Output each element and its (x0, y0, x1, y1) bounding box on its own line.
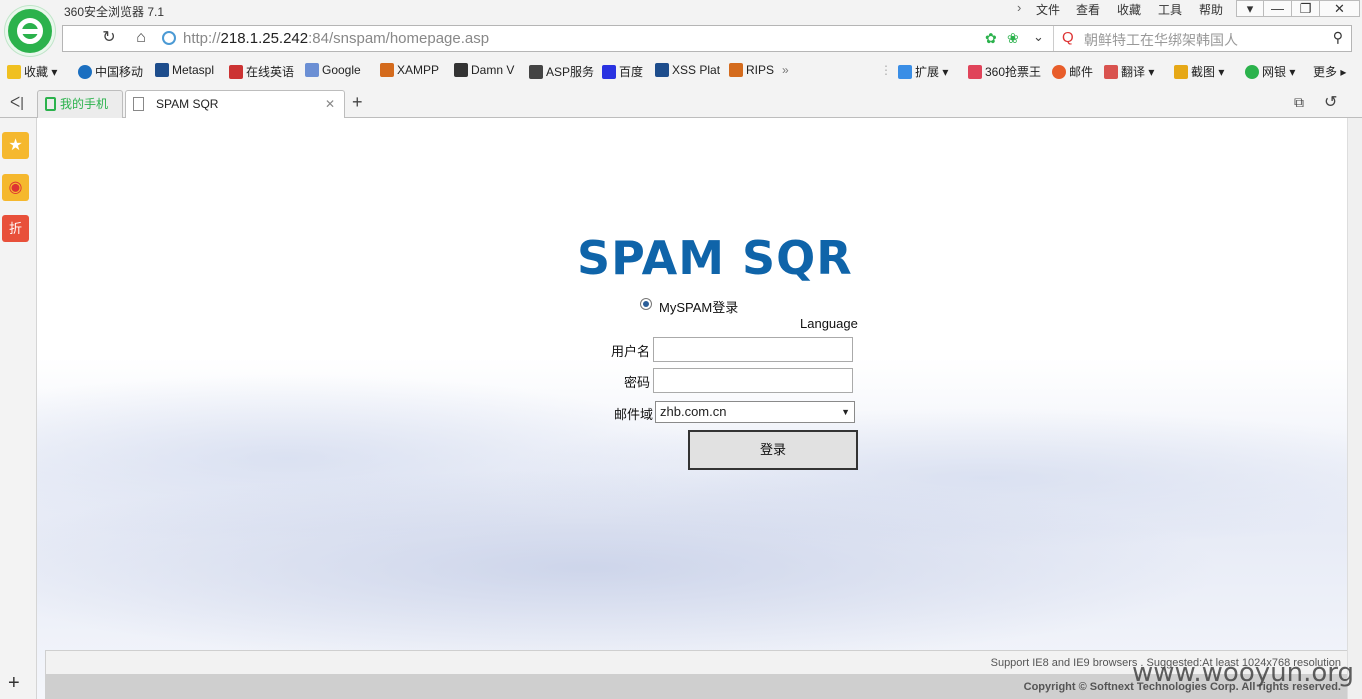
bookmark-metasploit[interactable]: Metaspl (155, 63, 214, 77)
address-bar[interactable]: ↻ ⌂ http://218.1.25.242:84/snspam/homepa… (62, 25, 1352, 52)
username-label: 用户名 (611, 344, 651, 359)
sidebar-add-button[interactable]: + (8, 672, 20, 695)
app-title: 360安全浏览器 7.1 (64, 5, 165, 19)
toolbar-more[interactable]: 更多 ▸ (1313, 63, 1346, 80)
new-tab-button[interactable]: + (352, 92, 363, 113)
close-tab-icon[interactable]: ✕ (325, 91, 335, 117)
metasploit-icon (155, 63, 169, 77)
menu-view[interactable]: 查看 (1076, 1, 1100, 18)
search-box[interactable]: Q 朝鲜特工在华绑架韩国人 ⚲ (1053, 26, 1351, 51)
url-scheme: http:// (183, 30, 221, 47)
chevron-right-icon[interactable]: › (1017, 0, 1021, 15)
domain-label: 邮件域 (614, 407, 654, 422)
bookmark-china-mobile[interactable]: 中国移动 (78, 63, 143, 80)
browser-logo-icon (5, 6, 55, 56)
watermark: www.wooyun.org (1131, 658, 1354, 688)
tab-list-icon[interactable]: ⧉ (1294, 94, 1304, 111)
myspam-login-radio[interactable] (640, 298, 652, 310)
bookmark-google[interactable]: Google (305, 63, 361, 77)
login-button[interactable]: 登录 (688, 430, 858, 470)
toolbar-extensions[interactable]: 扩展 ▾ (898, 63, 948, 80)
mail-icon (1052, 65, 1066, 79)
more-bookmarks-icon[interactable]: » (782, 63, 789, 77)
toolbar-ebank[interactable]: 网银 ▾ (1245, 63, 1295, 80)
shield-icon (1245, 65, 1259, 79)
domain-select-value: zhb.com.cn (660, 404, 727, 419)
favorites-star-icon[interactable]: ★ (2, 132, 29, 159)
sidebar: ★ ◉ 折 (0, 118, 37, 699)
bookmark-xampp[interactable]: XAMPP (380, 63, 439, 77)
screenshot-icon (1174, 65, 1188, 79)
skin-icon[interactable]: ▾ (1236, 0, 1264, 17)
bookmark-favorites[interactable]: 收藏 ▾ (7, 63, 57, 80)
dvwa-icon (454, 63, 468, 77)
discount-icon[interactable]: 折 (2, 215, 29, 242)
url-path: :84/snspam/homepage.asp (308, 30, 490, 47)
vertical-scrollbar[interactable] (1347, 118, 1362, 699)
page-title: SPAM SQR (577, 231, 853, 285)
sidebar-toggle-icon[interactable]: ᐸ| (10, 94, 24, 111)
globe-icon (162, 31, 176, 45)
menu-favorites[interactable]: 收藏 (1117, 1, 1141, 18)
password-label: 密码 (624, 375, 651, 390)
xss-icon (655, 63, 669, 77)
language-link[interactable]: Language (800, 316, 858, 331)
baidu-paw-icon (602, 65, 616, 79)
search-icon[interactable]: ⚲ (1333, 29, 1343, 46)
password-input[interactable] (653, 368, 853, 393)
separator-icon: ⋮ (880, 63, 892, 77)
toolbar-ticket[interactable]: 360抢票王 (968, 63, 1041, 80)
url-text[interactable]: http://218.1.25.242:84/snspam/homepage.a… (183, 30, 489, 47)
speed-mode-icon[interactable]: ❀ (1007, 30, 1019, 47)
search-input[interactable]: 朝鲜特工在华绑架韩国人 (1084, 30, 1238, 50)
username-input[interactable] (653, 337, 853, 362)
menu-help[interactable]: 帮助 (1199, 1, 1223, 18)
maximize-button[interactable]: ❐ (1292, 0, 1320, 17)
tab-bar: ᐸ| 我的手机 SPAM SQR ✕ + ⧉ ↺ (0, 88, 1362, 119)
search-engine-icon[interactable]: Q (1062, 29, 1074, 46)
bookmark-rips[interactable]: RIPS (729, 63, 774, 77)
asp-icon (529, 65, 543, 79)
domain-select[interactable]: zhb.com.cn ▼ (655, 401, 855, 423)
bookmark-xss-plat[interactable]: XSS Plat (655, 63, 720, 77)
menu-file[interactable]: 文件 (1036, 1, 1060, 18)
ticket-icon (968, 65, 982, 79)
chevron-down-icon: ▼ (841, 407, 850, 417)
weibo-icon[interactable]: ◉ (2, 174, 29, 201)
toolbar-screenshot[interactable]: 截图 ▾ (1174, 63, 1224, 80)
rips-icon (729, 63, 743, 77)
star-plus-icon (7, 65, 21, 79)
undo-close-icon[interactable]: ↺ (1324, 92, 1337, 112)
close-button[interactable]: ✕ (1320, 0, 1360, 17)
translate-icon (1104, 65, 1118, 79)
english-icon (229, 65, 243, 79)
minimize-button[interactable]: — (1264, 0, 1292, 17)
bookmarks-bar: 收藏 ▾ 中国移动 Metaspl 在线英语 Google XAMPP Damn… (0, 58, 1362, 84)
tab-my-phone[interactable]: 我的手机 (37, 90, 123, 118)
china-mobile-icon (78, 65, 92, 79)
title-bar: 360安全浏览器 7.1 文件 查看 收藏 工具 帮助 › ▾ — ❐ ✕ (0, 0, 1362, 22)
refresh-icon[interactable]: ↻ (97, 26, 121, 50)
bookmark-online-english[interactable]: 在线英语 (229, 63, 294, 80)
toolbar-mail[interactable]: 邮件 (1052, 63, 1093, 80)
security-icon[interactable]: ✿ (985, 30, 997, 47)
menu-tools[interactable]: 工具 (1158, 1, 1182, 18)
bookmark-asp-service[interactable]: ASP服务 (529, 63, 594, 80)
toolbar-translate[interactable]: 翻译 ▾ (1104, 63, 1154, 80)
url-host: 218.1.25.242 (220, 30, 309, 47)
phone-icon (45, 97, 56, 111)
tab-spam-sqr[interactable]: SPAM SQR ✕ (125, 90, 345, 119)
page-icon (133, 97, 144, 111)
xampp-icon (380, 63, 394, 77)
bookmark-baidu[interactable]: 百度 (602, 63, 643, 80)
extensions-icon (898, 65, 912, 79)
google-icon (305, 63, 319, 77)
chevron-down-icon[interactable]: ⌄ (1033, 29, 1044, 45)
myspam-login-label: MySPAM登录 (659, 300, 739, 315)
bookmark-damn-v[interactable]: Damn V (454, 63, 514, 77)
home-icon[interactable]: ⌂ (129, 26, 153, 50)
page-content: SPAM SQR MySPAM登录 Language 用户名 密码 邮件域 zh… (37, 118, 1347, 699)
